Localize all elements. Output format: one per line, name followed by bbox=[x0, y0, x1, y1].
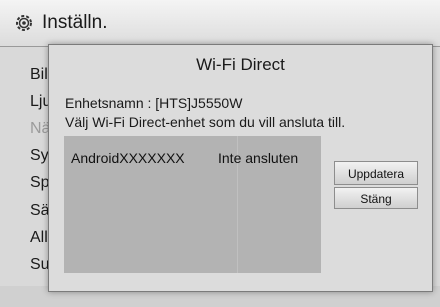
settings-title: Inställn. bbox=[42, 12, 108, 33]
close-button[interactable]: Stäng bbox=[334, 187, 418, 209]
instruction-text: Välj Wi-Fi Direct-enhet som du vill ansl… bbox=[65, 114, 346, 130]
device-list: AndroidXXXXXXX Inte ansluten bbox=[64, 136, 321, 273]
wifi-direct-dialog: Wi-Fi Direct Enhetsnamn : [HTS]J5550W Vä… bbox=[48, 44, 433, 292]
device-status: Inte ansluten bbox=[218, 150, 299, 166]
device-name-label: Enhetsnamn : [HTS]J5550W bbox=[65, 95, 243, 111]
menu-item-picture[interactable]: Bil bbox=[30, 66, 48, 84]
menu-item-support[interactable]: Su bbox=[30, 256, 50, 274]
menu-item-general[interactable]: All bbox=[30, 229, 48, 247]
dialog-title: Wi-Fi Direct bbox=[196, 55, 285, 74]
menu-item-language[interactable]: Sp bbox=[30, 174, 50, 192]
menu-item-system[interactable]: Sy bbox=[30, 147, 49, 165]
refresh-button[interactable]: Uppdatera bbox=[334, 161, 418, 185]
settings-header: Inställn. bbox=[0, 0, 440, 47]
device-name: AndroidXXXXXXX bbox=[71, 150, 185, 166]
device-row[interactable]: AndroidXXXXXXX Inte ansluten bbox=[64, 136, 321, 166]
menu-item-security[interactable]: Sä bbox=[30, 202, 50, 220]
gear-icon bbox=[16, 15, 32, 31]
